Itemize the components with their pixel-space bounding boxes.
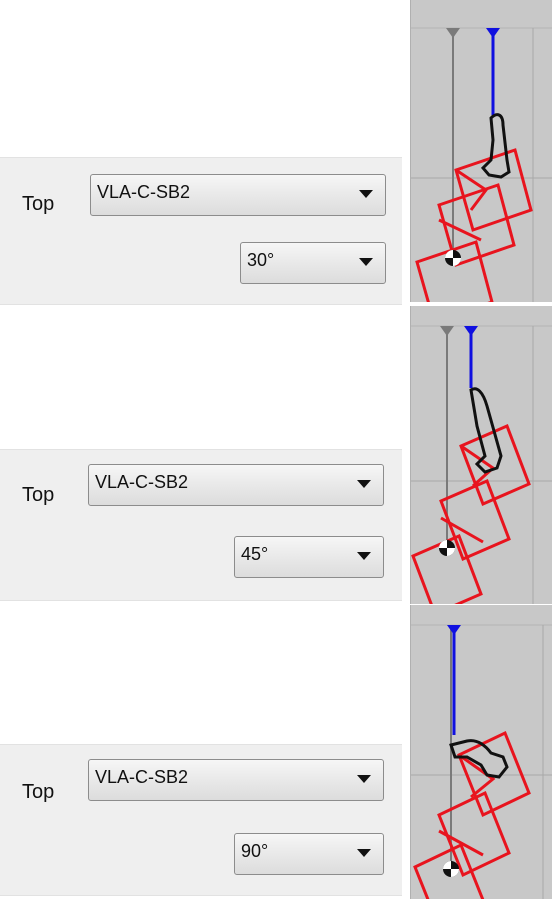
profile-value: VLA-C-SB2 — [95, 472, 189, 492]
center-of-mass-icon — [443, 861, 459, 877]
chevron-down-icon — [359, 190, 373, 198]
angle-dropdown[interactable]: 30° — [240, 242, 386, 284]
preview-view — [410, 0, 552, 302]
preview-view — [410, 306, 552, 604]
profile-value: VLA-C-SB2 — [97, 182, 191, 202]
section-90: Top VLA-C-SB2 90° — [0, 605, 552, 899]
profile-value: VLA-C-SB2 — [95, 767, 189, 787]
preview-view — [410, 605, 552, 899]
angle-value: 90° — [241, 841, 269, 861]
chevron-down-icon — [359, 258, 373, 266]
profile-shape — [480, 113, 511, 179]
angle-dropdown[interactable]: 90° — [234, 833, 384, 875]
profile-dropdown[interactable]: VLA-C-SB2 — [88, 464, 384, 506]
top-label: Top — [22, 193, 55, 215]
top-label: Top — [22, 484, 55, 506]
angle-value: 45° — [241, 544, 269, 564]
settings-panel: Top VLA-C-SB2 90° — [0, 744, 402, 896]
gray-marker-icon — [440, 326, 454, 336]
angle-value: 30° — [247, 250, 275, 270]
chevron-down-icon — [357, 480, 371, 488]
profile-dropdown[interactable]: VLA-C-SB2 — [90, 174, 386, 216]
top-label: Top — [22, 781, 55, 803]
red-frame — [415, 148, 533, 302]
center-of-mass-icon — [445, 250, 461, 266]
blue-marker-icon — [486, 28, 500, 38]
gray-marker-icon — [446, 28, 460, 38]
chevron-down-icon — [357, 849, 371, 857]
section-30: Top VLA-C-SB2 30° — [0, 0, 552, 305]
chevron-down-icon — [357, 552, 371, 560]
center-of-mass-icon — [439, 540, 455, 556]
blue-marker-icon — [447, 625, 461, 635]
section-45: Top VLA-C-SB2 45° — [0, 306, 552, 604]
chevron-down-icon — [357, 775, 371, 783]
settings-panel: Top VLA-C-SB2 45° — [0, 449, 402, 601]
red-frame — [413, 730, 531, 899]
red-frame — [411, 423, 531, 604]
blue-marker-icon — [464, 326, 478, 336]
settings-panel: Top VLA-C-SB2 30° — [0, 157, 402, 305]
angle-dropdown[interactable]: 45° — [234, 536, 384, 578]
profile-dropdown[interactable]: VLA-C-SB2 — [88, 759, 384, 801]
